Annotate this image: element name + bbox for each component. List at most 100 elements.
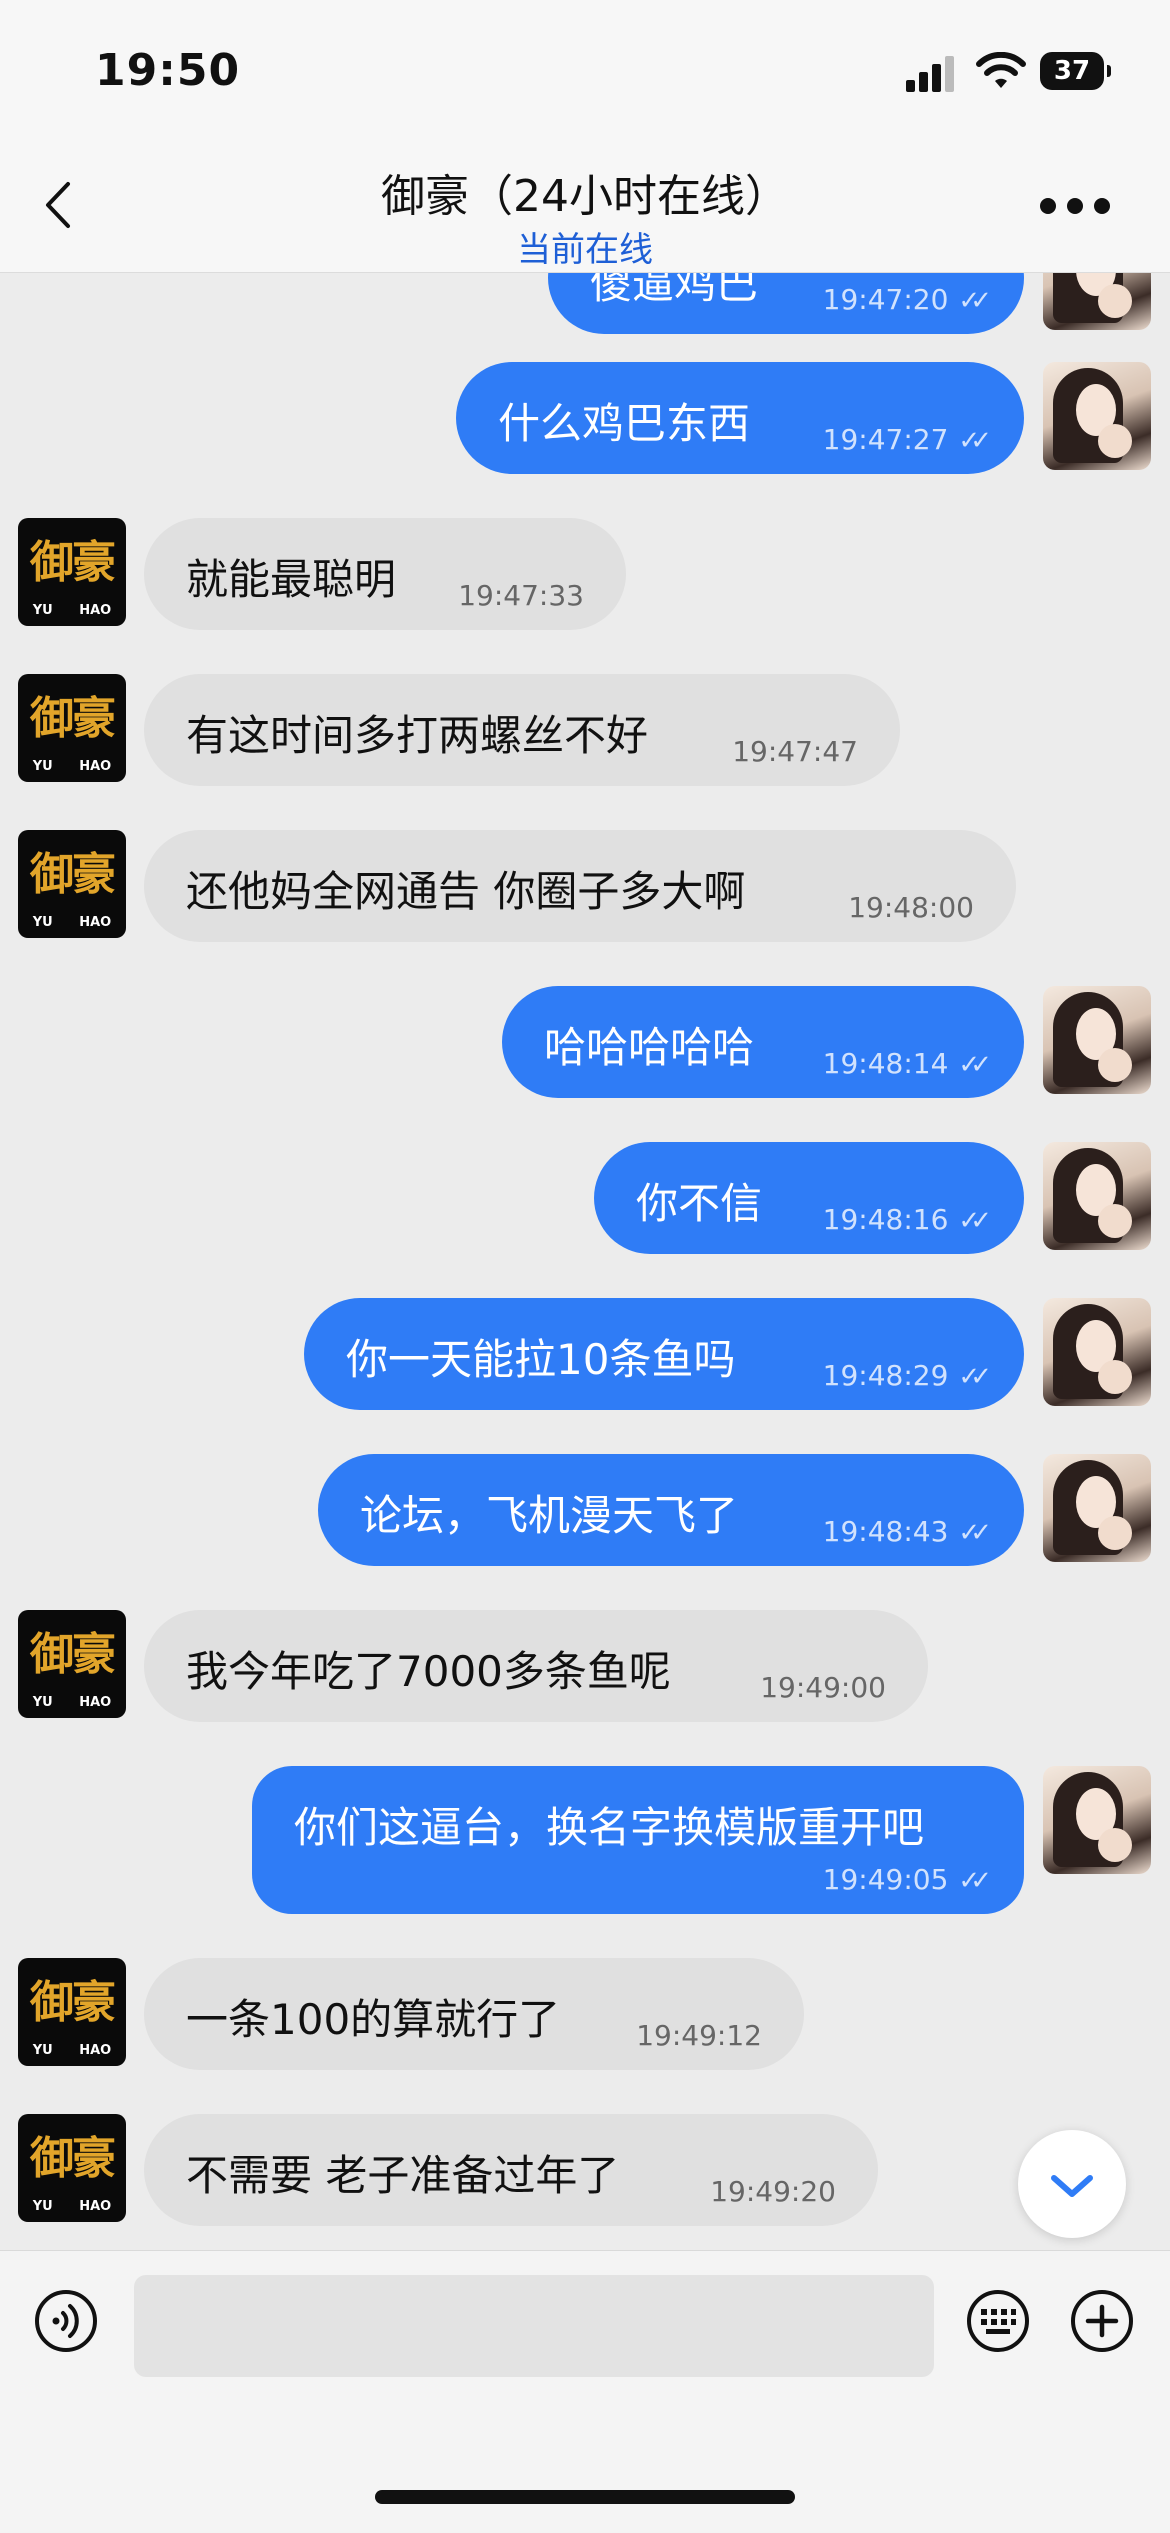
read-check-icon: ✓✓ xyxy=(958,286,991,316)
sent-message-bubble[interactable]: 你们这逼台，换名字换模版重开吧 19:49:05 ✓✓ xyxy=(252,1766,1024,1914)
message-row: 御豪 YU HAO 不需要 老子准备过年了 19:49:20 xyxy=(0,2114,1170,2226)
contact-avatar[interactable]: 御豪 YU HAO xyxy=(18,830,126,938)
message-row: 你们这逼台，换名字换模版重开吧 19:49:05 ✓✓ xyxy=(0,1766,1170,1914)
contact-avatar[interactable]: 御豪 YU HAO xyxy=(18,1958,126,2066)
message-row: 御豪 YU HAO 还他妈全网通告 你圈子多大啊 19:48:00 xyxy=(0,830,1170,942)
scroll-to-bottom-button[interactable] xyxy=(1018,2130,1126,2238)
avatar-logo-subtext: YU HAO xyxy=(32,2199,112,2214)
message-row: 哈哈哈哈哈 19:48:14 ✓✓ xyxy=(0,986,1170,1098)
read-check-icon: ✓✓ xyxy=(958,1206,991,1236)
message-row: 御豪 YU HAO 就能最聪明 19:47:33 xyxy=(0,518,1170,630)
message-timestamp: 19:48:00 xyxy=(848,891,974,924)
my-avatar[interactable] xyxy=(1043,362,1151,470)
read-check-icon: ✓✓ xyxy=(958,1518,991,1548)
wifi-icon xyxy=(976,52,1026,88)
avatar-logo-text: 御豪 xyxy=(30,849,116,900)
message-text: 你不信 xyxy=(636,1179,763,1228)
received-message-bubble[interactable]: 不需要 老子准备过年了 19:49:20 xyxy=(144,2114,878,2226)
timestamp-text: 19:48:29 xyxy=(822,1359,949,1392)
message-row: 论坛，飞机漫天飞了 19:48:43 ✓✓ xyxy=(0,1454,1170,1566)
message-timestamp: 19:48:16 ✓✓ xyxy=(822,1203,992,1236)
message-text: 还他妈全网通告 你圈子多大啊 xyxy=(186,867,746,916)
timestamp-text: 19:49:20 xyxy=(710,2175,836,2208)
my-avatar[interactable] xyxy=(1043,272,1151,330)
read-check-icon: ✓✓ xyxy=(958,1050,991,1080)
timestamp-text: 19:49:00 xyxy=(760,1671,886,1704)
sent-message-bubble[interactable]: 论坛，飞机漫天飞了 19:48:43 ✓✓ xyxy=(318,1454,1024,1566)
message-timestamp: 19:47:33 xyxy=(458,579,584,612)
timestamp-text: 19:48:16 xyxy=(822,1203,949,1236)
message-timestamp: 19:47:27 ✓✓ xyxy=(823,423,992,456)
contact-avatar[interactable]: 御豪 YU HAO xyxy=(18,674,126,782)
received-message-bubble[interactable]: 有这时间多打两螺丝不好 19:47:47 xyxy=(144,674,900,786)
status-bar: 19:50 37 xyxy=(0,0,1170,140)
timestamp-text: 19:47:33 xyxy=(458,579,584,612)
chevron-down-icon xyxy=(1051,2175,1093,2197)
message-text: 论坛，飞机漫天飞了 xyxy=(360,1491,739,1540)
message-row: 你一天能拉10条鱼吗 19:48:29 ✓✓ xyxy=(0,1298,1170,1410)
message-text: 我今年吃了7000多条鱼呢 xyxy=(186,1647,671,1696)
timestamp-text: 19:49:12 xyxy=(636,2019,762,2052)
avatar-logo-text: 御豪 xyxy=(30,2133,116,2184)
message-row: 御豪 YU HAO 一条100的算就行了 19:49:12 xyxy=(0,1958,1170,2070)
contact-avatar[interactable]: 御豪 YU HAO xyxy=(18,1610,126,1718)
message-timestamp: 19:48:14 ✓✓ xyxy=(823,1047,992,1080)
sent-message-bubble[interactable]: 你不信 19:48:16 ✓✓ xyxy=(594,1142,1024,1254)
read-check-icon: ✓✓ xyxy=(958,1362,991,1392)
my-avatar[interactable] xyxy=(1043,1766,1151,1874)
message-timestamp: 19:48:29 ✓✓ xyxy=(822,1359,992,1392)
timestamp-text: 19:48:43 xyxy=(822,1515,949,1548)
voice-icon[interactable] xyxy=(34,2289,98,2353)
message-text: 傻逼鸡巴 xyxy=(590,272,759,308)
avatar-logo-subtext: YU HAO xyxy=(32,915,112,930)
keyboard-icon[interactable] xyxy=(966,2289,1030,2353)
message-timestamp: 19:49:12 xyxy=(636,2019,762,2052)
message-timestamp: 19:47:47 xyxy=(732,735,858,768)
read-check-icon: ✓✓ xyxy=(958,426,991,456)
sent-message-bubble[interactable]: 哈哈哈哈哈 19:48:14 ✓✓ xyxy=(502,986,1024,1098)
my-avatar[interactable] xyxy=(1043,1454,1151,1562)
message-timestamp: 19:49:00 xyxy=(760,1671,886,1704)
message-timestamp: 19:49:05 ✓✓ xyxy=(822,1863,992,1896)
plus-icon[interactable] xyxy=(1070,2289,1134,2353)
message-timestamp: 19:47:20 ✓✓ xyxy=(823,283,992,316)
avatar-logo-subtext: YU HAO xyxy=(32,2043,112,2058)
contact-avatar[interactable]: 御豪 YU HAO xyxy=(18,518,126,626)
message-timestamp: 19:49:20 xyxy=(710,2175,836,2208)
avatar-logo-text: 御豪 xyxy=(30,693,116,744)
message-list[interactable]: 傻逼鸡巴 19:47:20 ✓✓ 什么鸡巴东西 19:47:27 ✓✓ 御豪 YU HAO 就能… xyxy=(0,272,1170,2250)
contact-avatar[interactable]: 御豪 YU HAO xyxy=(18,2114,126,2222)
avatar-logo-text: 御豪 xyxy=(30,537,116,588)
message-timestamp: 19:48:43 ✓✓ xyxy=(822,1515,992,1548)
message-row: 什么鸡巴东西 19:47:27 ✓✓ xyxy=(0,362,1170,474)
online-status: 当前在线 xyxy=(517,230,653,270)
timestamp-text: 19:47:47 xyxy=(732,735,858,768)
sent-message-bubble[interactable]: 你一天能拉10条鱼吗 19:48:29 ✓✓ xyxy=(304,1298,1024,1410)
received-message-bubble[interactable]: 就能最聪明 19:47:33 xyxy=(144,518,626,630)
sent-message-bubble[interactable]: 什么鸡巴东西 19:47:27 ✓✓ xyxy=(456,362,1024,474)
more-dots-icon[interactable] xyxy=(1040,198,1110,214)
avatar-logo-subtext: YU HAO xyxy=(32,1695,112,1710)
timestamp-text: 19:48:00 xyxy=(848,891,974,924)
message-input[interactable] xyxy=(134,2275,934,2377)
my-avatar[interactable] xyxy=(1043,1298,1151,1406)
avatar-logo-subtext: YU HAO xyxy=(32,603,112,618)
my-avatar[interactable] xyxy=(1043,986,1151,1094)
avatar-logo-text: 御豪 xyxy=(30,1629,116,1680)
message-text: 什么鸡巴东西 xyxy=(498,399,751,448)
read-check-icon: ✓✓ xyxy=(958,1866,991,1896)
signal-icon xyxy=(906,56,956,92)
received-message-bubble[interactable]: 一条100的算就行了 19:49:12 xyxy=(144,1958,804,2070)
received-message-bubble[interactable]: 还他妈全网通告 你圈子多大啊 19:48:00 xyxy=(144,830,1016,942)
home-indicator xyxy=(375,2490,795,2504)
message-text: 有这时间多打两螺丝不好 xyxy=(186,711,649,760)
status-time: 19:50 xyxy=(95,45,241,96)
received-message-bubble[interactable]: 我今年吃了7000多条鱼呢 19:49:00 xyxy=(144,1610,928,1722)
sent-message-bubble[interactable]: 傻逼鸡巴 19:47:20 ✓✓ xyxy=(548,272,1024,334)
message-row: 你不信 19:48:16 ✓✓ xyxy=(0,1142,1170,1254)
my-avatar[interactable] xyxy=(1043,1142,1151,1250)
timestamp-text: 19:49:05 xyxy=(822,1863,949,1896)
message-text: 一条100的算就行了 xyxy=(186,1995,561,2044)
battery-indicator: 37 xyxy=(1040,52,1111,90)
chat-title: 御豪（24小时在线） xyxy=(381,171,789,222)
